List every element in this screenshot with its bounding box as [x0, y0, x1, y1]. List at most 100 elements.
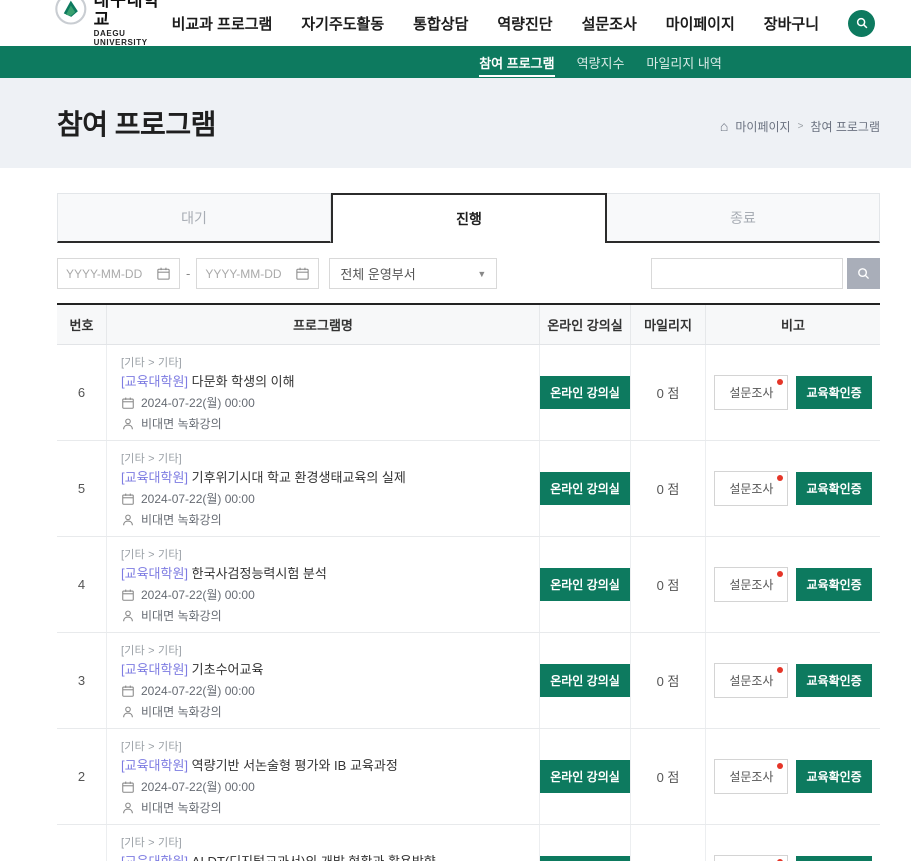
- program-title-link[interactable]: 기초수어교육: [192, 662, 264, 677]
- program-title-link[interactable]: 기후위기시대 학교 환경생태교육의 실제: [192, 470, 406, 485]
- date-range-dash: -: [186, 266, 190, 281]
- table-header: 번호 프로그램명 온라인 강의실 마일리지 비고: [57, 305, 880, 345]
- calendar-icon: [121, 684, 135, 698]
- program-dept-link[interactable]: [교육대학원]: [121, 470, 188, 485]
- notification-dot: [777, 475, 783, 481]
- program-method: 비대면 녹화강의: [141, 607, 222, 624]
- nav-item-counseling[interactable]: 통합상담: [413, 13, 468, 34]
- program-method: 비대면 녹화강의: [141, 703, 222, 720]
- calendar-icon: [121, 396, 135, 410]
- date-to-input[interactable]: [205, 267, 295, 281]
- row-number: 1: [57, 825, 107, 861]
- calendar-icon: [121, 780, 135, 794]
- mileage-value: 0 점: [631, 441, 706, 536]
- subnav: 참여 프로그램 역량지수 마일리지 내역: [0, 46, 911, 78]
- certificate-button[interactable]: 교육확인증: [796, 568, 871, 601]
- program-dept-link[interactable]: [교육대학원]: [121, 566, 188, 581]
- calendar-icon[interactable]: [295, 266, 310, 281]
- subnav-item-mileage-history[interactable]: 마일리지 내역: [646, 53, 721, 72]
- certificate-button[interactable]: 교육확인증: [796, 472, 871, 505]
- header-search-button[interactable]: [848, 10, 875, 37]
- person-icon: [121, 705, 135, 719]
- university-logo[interactable]: 대구대학교 DAEGU UNIVERSITY: [55, 0, 172, 47]
- subnav-item-participation[interactable]: 참여 프로그램: [479, 53, 554, 77]
- program-category: [기타 > 기타]: [121, 450, 525, 466]
- top-nav: 비교과 프로그램 자기주도활동 통합상담 역량진단 설문조사 마이페이지 장바구…: [172, 10, 875, 37]
- online-classroom-button[interactable]: 온라인 강의실: [540, 856, 630, 861]
- tab-in-progress[interactable]: 진행: [331, 193, 607, 243]
- program-method: 비대면 녹화강의: [141, 415, 222, 432]
- program-date: 2024-07-22(월) 00:00: [141, 394, 255, 411]
- row-number: 5: [57, 441, 107, 536]
- program-dept-link[interactable]: [교육대학원]: [121, 662, 188, 677]
- nav-item-programs[interactable]: 비교과 프로그램: [172, 13, 273, 34]
- col-header-program: 프로그램명: [107, 305, 540, 344]
- row-number: 4: [57, 537, 107, 632]
- search-input[interactable]: [651, 258, 843, 289]
- breadcrumb-current: 참여 프로그램: [810, 118, 880, 135]
- survey-button[interactable]: 설문조사: [714, 471, 788, 506]
- online-classroom-button[interactable]: 온라인 강의실: [540, 568, 630, 601]
- date-from-field[interactable]: [57, 258, 180, 289]
- certificate-button[interactable]: 교육확인증: [796, 376, 871, 409]
- nav-item-mypage[interactable]: 마이페이지: [666, 13, 735, 34]
- logo-title: 대구대학교: [94, 0, 172, 29]
- online-classroom-button[interactable]: 온라인 강의실: [540, 472, 630, 505]
- search-button[interactable]: [847, 258, 880, 289]
- certificate-button[interactable]: 교육확인증: [796, 760, 871, 793]
- program-title-link[interactable]: 다문화 학생의 이해: [192, 374, 295, 389]
- top-header: 대구대학교 DAEGU UNIVERSITY 비교과 프로그램 자기주도활동 통…: [0, 0, 911, 46]
- mileage-value: 0 점: [631, 633, 706, 728]
- table-row: 4 [기타 > 기타] [교육대학원] 한국사검정능력시험 분석 2024-07…: [57, 537, 880, 633]
- table-row: 2 [기타 > 기타] [교육대학원] 역량기반 서논술형 평가와 IB 교육과…: [57, 729, 880, 825]
- table-row: 6 [기타 > 기타] [교육대학원] 다문화 학생의 이해 2024-07-2…: [57, 345, 880, 441]
- program-date: 2024-07-22(월) 00:00: [141, 586, 255, 603]
- notification-dot: [777, 667, 783, 673]
- certificate-button[interactable]: 교육확인증: [796, 856, 871, 861]
- program-category: [기타 > 기타]: [121, 546, 525, 562]
- date-to-field[interactable]: [196, 258, 319, 289]
- program-dept-link[interactable]: [교육대학원]: [121, 758, 188, 773]
- row-number: 2: [57, 729, 107, 824]
- nav-item-competency[interactable]: 역량진단: [497, 13, 552, 34]
- program-title-link[interactable]: 한국사검정능력시험 분석: [192, 566, 327, 581]
- nav-item-cart[interactable]: 장바구니: [764, 13, 819, 34]
- survey-button[interactable]: 설문조사: [714, 855, 788, 861]
- program-date: 2024-07-22(월) 00:00: [141, 682, 255, 699]
- program-title-link[interactable]: AI DT(디지털교과서)의 개발 현황과 활용방향: [192, 854, 436, 861]
- nav-item-self-directed[interactable]: 자기주도활동: [301, 13, 384, 34]
- program-category: [기타 > 기타]: [121, 834, 525, 850]
- home-icon[interactable]: ⌂: [720, 118, 728, 134]
- col-header-classroom: 온라인 강의실: [540, 305, 631, 344]
- date-from-input[interactable]: [66, 267, 156, 281]
- nav-item-survey[interactable]: 설문조사: [582, 13, 637, 34]
- col-header-note: 비고: [706, 305, 880, 344]
- table-row: 5 [기타 > 기타] [교육대학원] 기후위기시대 학교 환경생태교육의 실제…: [57, 441, 880, 537]
- program-method: 비대면 녹화강의: [141, 511, 222, 528]
- program-dept-link[interactable]: [교육대학원]: [121, 374, 188, 389]
- calendar-icon: [121, 588, 135, 602]
- survey-button[interactable]: 설문조사: [714, 663, 788, 698]
- program-title-link[interactable]: 역량기반 서논술형 평가와 IB 교육과정: [192, 758, 398, 773]
- calendar-icon[interactable]: [156, 266, 171, 281]
- logo-subtitle: DAEGU UNIVERSITY: [94, 29, 172, 47]
- col-header-mileage: 마일리지: [631, 305, 706, 344]
- program-dept-link[interactable]: [교육대학원]: [121, 854, 188, 861]
- survey-button[interactable]: 설문조사: [714, 759, 788, 794]
- online-classroom-button[interactable]: 온라인 강의실: [540, 664, 630, 697]
- tab-waiting[interactable]: 대기: [57, 193, 331, 243]
- program-date: 2024-07-22(월) 00:00: [141, 778, 255, 795]
- chevron-down-icon: ▼: [477, 269, 486, 279]
- breadcrumb-mypage[interactable]: 마이페이지: [735, 118, 790, 135]
- department-select[interactable]: 전체 운영부서 ▼: [329, 258, 497, 289]
- mileage-value: 0 점: [631, 729, 706, 824]
- online-classroom-button[interactable]: 온라인 강의실: [540, 760, 630, 793]
- tab-ended[interactable]: 종료: [607, 193, 880, 243]
- row-number: 6: [57, 345, 107, 440]
- online-classroom-button[interactable]: 온라인 강의실: [540, 376, 630, 409]
- mileage-value: 0 점: [631, 345, 706, 440]
- survey-button[interactable]: 설문조사: [714, 375, 788, 410]
- survey-button[interactable]: 설문조사: [714, 567, 788, 602]
- certificate-button[interactable]: 교육확인증: [796, 664, 871, 697]
- subnav-item-competency-index[interactable]: 역량지수: [577, 53, 625, 72]
